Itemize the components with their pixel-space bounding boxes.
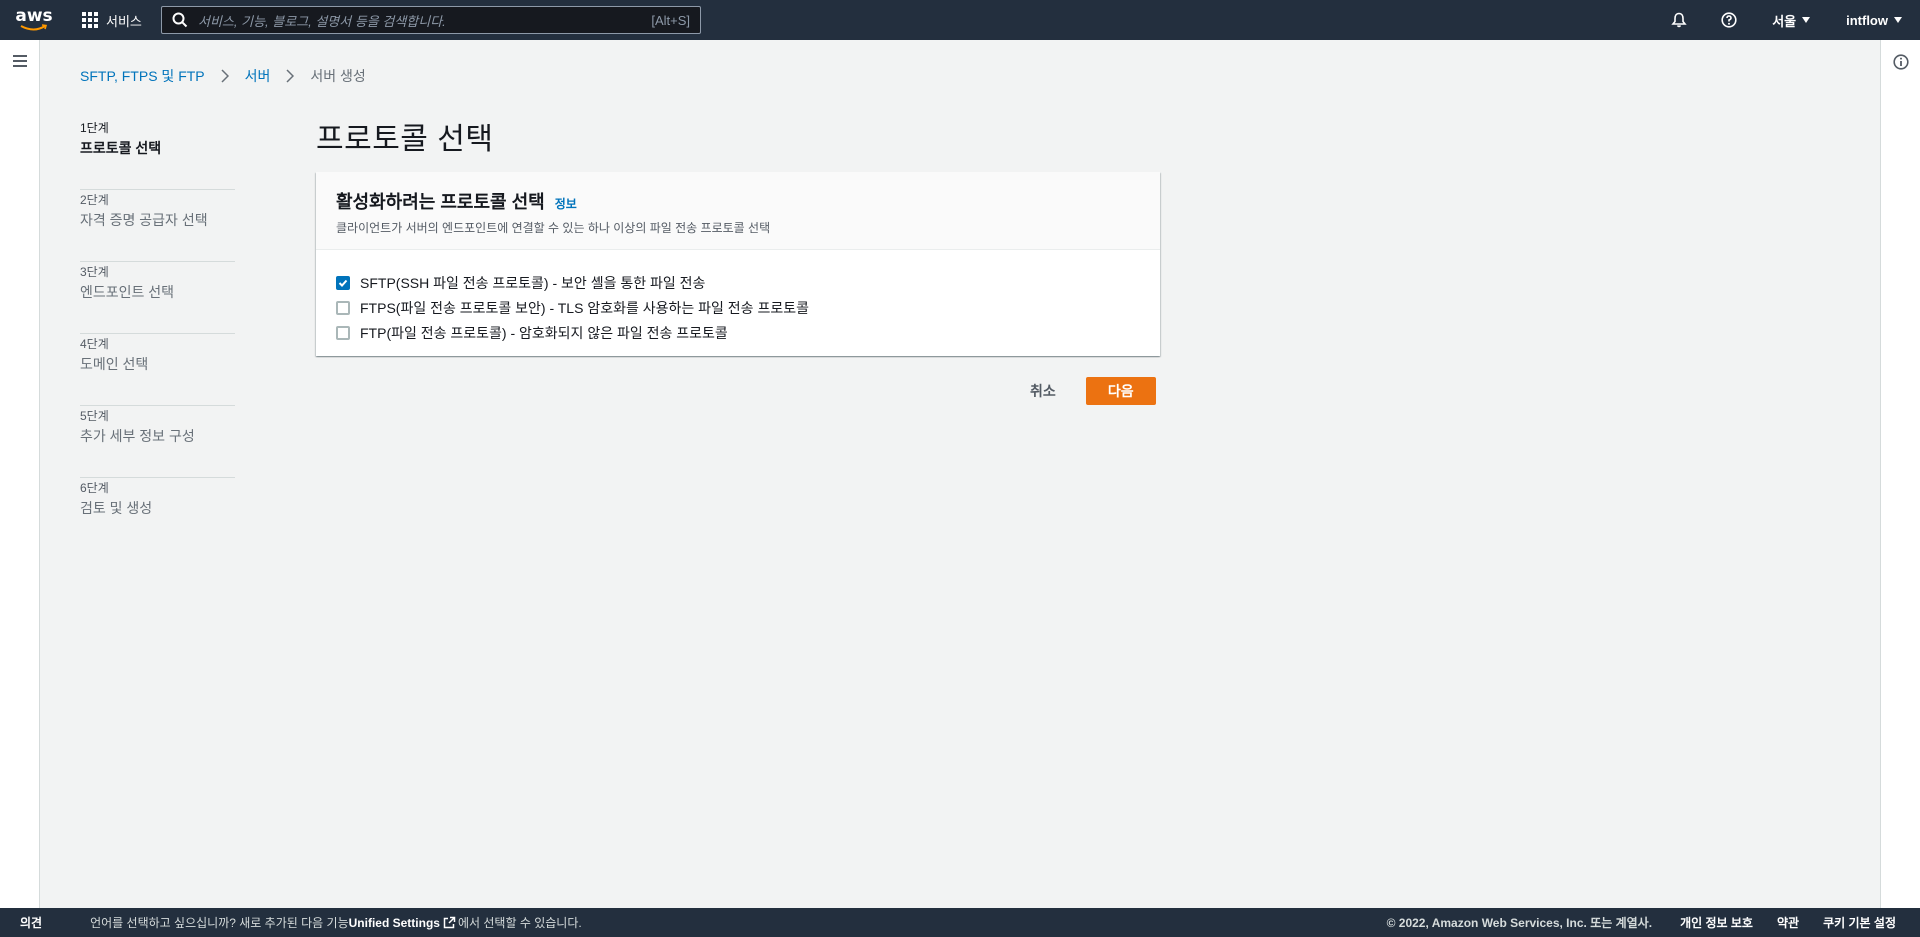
nav-right: 서울 intflow: [1654, 0, 1920, 40]
breadcrumb-link-servers[interactable]: 서버: [245, 66, 271, 86]
services-menu-button[interactable]: 서비스: [68, 0, 154, 40]
bell-icon: [1671, 12, 1687, 28]
notifications-button[interactable]: [1654, 0, 1704, 40]
account-menu[interactable]: intflow: [1828, 0, 1920, 40]
copyright: © 2022, Amazon Web Services, Inc. 또는 계열사…: [1386, 916, 1653, 930]
ftp-checkbox[interactable]: [336, 325, 350, 340]
panel-description: 클라이언트가 서버의 엔드포인트에 연결할 수 있는 하나 이상의 파일 전송 …: [336, 221, 771, 235]
wizard-step-4: 4단계 도메인 선택: [80, 334, 235, 406]
breadcrumb-current: 서버 생성: [310, 68, 366, 84]
info-icon[interactable]: [1893, 54, 1909, 70]
search-icon: [172, 12, 188, 28]
privacy-link[interactable]: 개인 정보 보호: [1680, 914, 1753, 931]
checkmark-icon: [338, 279, 348, 287]
step-number: 3단계: [80, 265, 109, 279]
services-grid-icon: [82, 12, 98, 28]
left-navigation-rail: [0, 40, 40, 908]
caret-down-icon: [1894, 17, 1902, 23]
services-label: 서비스: [106, 13, 142, 29]
account-label: intflow: [1846, 12, 1888, 28]
step-label: 엔드포인트 선택: [80, 284, 175, 300]
protocol-options: SFTP(SSH 파일 전송 프로토콜) - 보안 셸을 통한 파일 전송 FT…: [316, 250, 1160, 345]
next-button[interactable]: 다음: [1085, 377, 1156, 405]
step-number: 4단계: [80, 337, 109, 351]
wizard-step-3: 3단계 엔드포인트 선택: [80, 262, 235, 334]
external-link-icon: [443, 916, 456, 929]
panel-title: 활성화하려는 프로토콜 선택: [336, 192, 545, 212]
panel-header: 활성화하려는 프로토콜 선택 정보 클라이언트가 서버의 엔드포인트에 연결할 …: [316, 172, 1160, 250]
info-link[interactable]: 정보: [555, 195, 577, 212]
step-label: 자격 증명 공급자 선택: [80, 212, 208, 228]
option-label: SFTP(SSH 파일 전송 프로토콜) - 보안 셸을 통한 파일 전송: [360, 274, 706, 291]
chevron-right-icon: [278, 69, 302, 83]
option-label: FTP(파일 전송 프로토콜) - 암호화되지 않은 파일 전송 프로토콜: [360, 324, 728, 341]
right-tools-rail: [1880, 40, 1920, 908]
breadcrumb-link-sftp[interactable]: SFTP, FTPS 및 FTP: [80, 66, 205, 86]
protocol-selection-panel: 활성화하려는 프로토콜 선택 정보 클라이언트가 서버의 엔드포인트에 연결할 …: [316, 172, 1160, 356]
step-number: 6단계: [80, 481, 109, 495]
panel-title-row: 활성화하려는 프로토콜 선택 정보: [336, 188, 1140, 214]
search-shortcut: [Alt+S]: [651, 12, 690, 28]
step-label: 검토 및 생성: [80, 500, 153, 516]
option-label: FTPS(파일 전송 프로토콜 보안) - TLS 암호화를 사용하는 파일 전…: [360, 299, 809, 316]
footer-right: © 2022, Amazon Web Services, Inc. 또는 계열사…: [1387, 908, 1920, 937]
help-icon: [1721, 12, 1737, 28]
ftps-checkbox[interactable]: [336, 300, 350, 315]
wizard-step-6: 6단계 검토 및 생성: [80, 478, 235, 550]
breadcrumb: SFTP, FTPS 및 FTP 서버 서버 생성: [80, 66, 366, 86]
help-button[interactable]: [1704, 0, 1754, 40]
chevron-right-icon: [213, 69, 237, 83]
language-message: 언어를 선택하고 싶으십니까? 새로 추가된 다음 기능 Unified Set…: [90, 914, 582, 931]
smile-icon: [20, 24, 48, 31]
feedback-button[interactable]: 의견: [0, 914, 62, 931]
wizard-step-2: 2단계 자격 증명 공급자 선택: [80, 190, 235, 262]
message-suffix: 에서 선택할 수 있습니다.: [457, 916, 582, 930]
protocol-option-ftps[interactable]: FTPS(파일 전송 프로토콜 보안) - TLS 암호화를 사용하는 파일 전…: [336, 295, 1140, 320]
sftp-checkbox[interactable]: [336, 275, 350, 290]
region-selector[interactable]: 서울: [1754, 0, 1828, 40]
caret-down-icon: [1802, 17, 1811, 23]
wizard-step-5: 5단계 추가 세부 정보 구성: [80, 406, 235, 478]
step-number: 1단계: [80, 121, 109, 135]
region-label: 서울: [1772, 13, 1797, 29]
unified-settings-link[interactable]: Unified Settings: [349, 916, 440, 930]
footer: 의견 언어를 선택하고 싶으십니까? 새로 추가된 다음 기능 Unified …: [0, 908, 1920, 937]
cookie-preferences-link[interactable]: 쿠키 기본 설정: [1823, 914, 1896, 931]
cancel-button[interactable]: 취소: [1010, 377, 1076, 405]
menu-icon[interactable]: [13, 55, 27, 67]
search-input[interactable]: 서비스, 기능, 블로그, 설명서 등을 검색합니다. [Alt+S]: [161, 6, 701, 34]
terms-link[interactable]: 약관: [1777, 914, 1799, 931]
wizard-steps: 1단계 프로토콜 선택 2단계 자격 증명 공급자 선택 3단계 엔드포인트 선…: [80, 118, 235, 550]
protocol-option-sftp[interactable]: SFTP(SSH 파일 전송 프로토콜) - 보안 셸을 통한 파일 전송: [336, 270, 1140, 295]
search-placeholder: 서비스, 기능, 블로그, 설명서 등을 검색합니다.: [198, 13, 446, 29]
aws-logo[interactable]: aws: [0, 0, 68, 40]
page-title: 프로토콜 선택: [316, 123, 494, 156]
wizard-step-1[interactable]: 1단계 프로토콜 선택: [80, 118, 235, 190]
step-label: 도메인 선택: [80, 356, 149, 372]
message-prefix: 언어를 선택하고 싶으십니까? 새로 추가된 다음 기능: [90, 916, 349, 930]
top-navigation: aws 서비스 서비스, 기능, 블로그, 설명서 등을 검색합니다. [Alt…: [0, 0, 1920, 40]
step-number: 2단계: [80, 193, 109, 207]
step-label: 프로토콜 선택: [80, 140, 162, 156]
step-number: 5단계: [80, 409, 109, 423]
step-label: 추가 세부 정보 구성: [80, 428, 195, 444]
logo-text: aws: [15, 6, 53, 26]
wizard-actions: 취소 다음: [1010, 377, 1156, 405]
protocol-option-ftp[interactable]: FTP(파일 전송 프로토콜) - 암호화되지 않은 파일 전송 프로토콜: [336, 320, 1140, 345]
